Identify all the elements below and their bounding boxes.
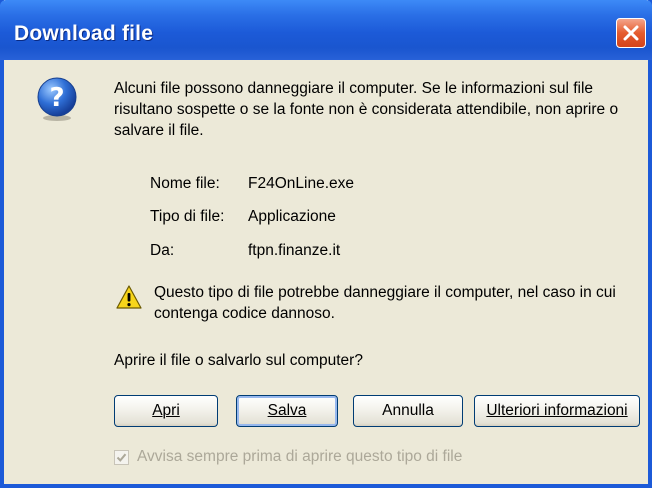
cancel-button[interactable]: Annulla	[353, 395, 463, 427]
more-info-button-label: Ulteriori informazioni	[486, 402, 628, 419]
warning-text: Questo tipo di file potrebbe danneggiare…	[154, 284, 616, 322]
file-name-label: Nome file:	[150, 175, 220, 192]
file-type-label: Tipo di file:	[150, 208, 225, 225]
title-bar[interactable]: Download file	[0, 0, 652, 60]
save-button[interactable]: Salva	[236, 395, 338, 427]
file-source-label: Da:	[150, 242, 175, 259]
svg-text:?: ?	[49, 83, 64, 113]
window-title: Download file	[14, 22, 154, 45]
close-icon	[623, 25, 639, 41]
open-button-label: Apri	[152, 402, 180, 419]
always-ask-label: Avvisa sempre prima di aprire questo tip…	[137, 448, 463, 465]
always-ask-checkbox[interactable]	[114, 449, 129, 465]
warning-icon	[116, 285, 142, 309]
more-info-button[interactable]: Ulteriori informazioni	[474, 395, 640, 427]
file-source-value: ftpn.finanze.it	[248, 242, 341, 259]
checkmark-icon	[116, 453, 127, 462]
close-button[interactable]	[616, 18, 646, 48]
cancel-button-label: Annulla	[382, 402, 434, 419]
security-message: Alcuni file possono danneggiare il compu…	[114, 80, 619, 139]
save-button-label: Salva	[267, 402, 307, 419]
file-name-row: Nome file: F24OnLine.exe	[150, 175, 354, 193]
open-save-question: Aprire il file o salvarlo sul computer?	[114, 352, 363, 369]
question-icon: ?	[37, 77, 77, 121]
file-name-value: F24OnLine.exe	[248, 175, 354, 192]
file-type-value: Applicazione	[248, 208, 336, 225]
open-button[interactable]: Apri	[114, 395, 218, 427]
download-dialog: Download file ? Alcuni file possono dann…	[0, 0, 652, 488]
file-type-row: Tipo di file: Applicazione	[150, 208, 336, 226]
file-source-row: Da: ftpn.finanze.it	[150, 242, 340, 260]
always-ask-checkbox-row[interactable]: Avvisa sempre prima di aprire questo tip…	[114, 448, 462, 466]
